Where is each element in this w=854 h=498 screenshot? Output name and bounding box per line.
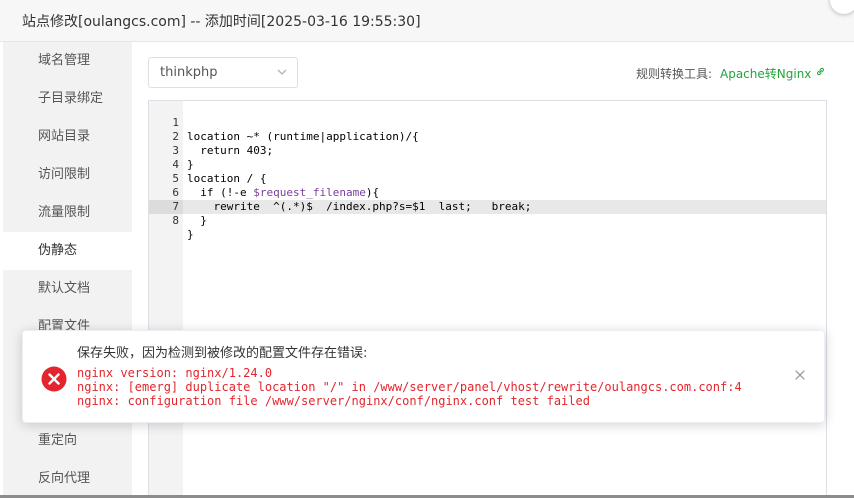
code-line: 3 } <box>149 130 826 171</box>
external-link-icon[interactable] <box>815 66 826 77</box>
error-line: nginx: [emerg] duplicate location "/" in… <box>77 380 742 394</box>
code-line: 2 return 403; <box>149 116 826 157</box>
code-editor[interactable]: 1 location ~* (runtime|application)/{ 2 … <box>148 100 827 495</box>
dialog-titlebar: 站点修改[oulangcs.com] -- 添加时间[2025-03-16 19… <box>0 0 854 42</box>
sidebar: 域名管理 子目录绑定 网站目录 访问限制 流量限制 伪静态 默认文档 配置文件 … <box>3 42 132 495</box>
error-icon <box>41 366 67 392</box>
error-line: nginx version: nginx/1.24.0 <box>77 366 273 380</box>
chevron-down-icon <box>277 69 287 75</box>
sidebar-item-reverse-proxy[interactable]: 反向代理 <box>3 460 132 498</box>
code-line: 4 location / { <box>149 144 826 185</box>
dialog-title: 站点修改[oulangcs.com] -- 添加时间[2025-03-16 19… <box>22 14 421 30</box>
sidebar-item-site-directory[interactable]: 网站目录 <box>3 118 132 156</box>
rewrite-template-select[interactable]: thinkphp <box>148 57 298 88</box>
rewrite-template-value: thinkphp <box>160 65 218 80</box>
converter-tool-label: 规则转换工具: <box>636 67 713 81</box>
sidebar-item-access-limit[interactable]: 访问限制 <box>3 156 132 194</box>
code-text: } <box>187 228 194 241</box>
line-number: 8 <box>172 214 179 227</box>
error-toast: 保存失败，因为检测到被修改的配置文件存在错误: nginx version: n… <box>22 330 825 423</box>
error-heading: 保存失败，因为检测到被修改的配置文件存在错误: <box>77 346 368 361</box>
sidebar-item-redirect[interactable]: 重定向 <box>3 422 132 460</box>
code-line: 5 if (!-e $request_filename){ <box>149 158 826 199</box>
sidebar-item-domain[interactable]: 域名管理 <box>3 42 132 80</box>
close-icon[interactable] <box>793 368 807 382</box>
code-text: } <box>187 214 207 227</box>
sidebar-item-rewrite[interactable]: 伪静态 <box>3 232 132 270</box>
apache-to-nginx-link[interactable]: Apache转Nginx <box>720 65 811 82</box>
sidebar-item-default-doc[interactable]: 默认文档 <box>3 270 132 308</box>
error-line: nginx: configuration file /www/server/ng… <box>77 394 590 408</box>
code-line: 1 location ~* (runtime|application)/{ <box>149 102 826 143</box>
sidebar-item-subdirectory[interactable]: 子目录绑定 <box>3 80 132 118</box>
code-line: 6 rewrite ^(.*)$ /index.php?s=$1 last; b… <box>149 172 826 213</box>
site-edit-dialog: 站点修改[oulangcs.com] -- 添加时间[2025-03-16 19… <box>0 0 854 495</box>
code-line: 7 } <box>149 186 826 227</box>
sidebar-item-traffic-limit[interactable]: 流量限制 <box>3 194 132 232</box>
code-line: 8 } <box>149 200 826 241</box>
